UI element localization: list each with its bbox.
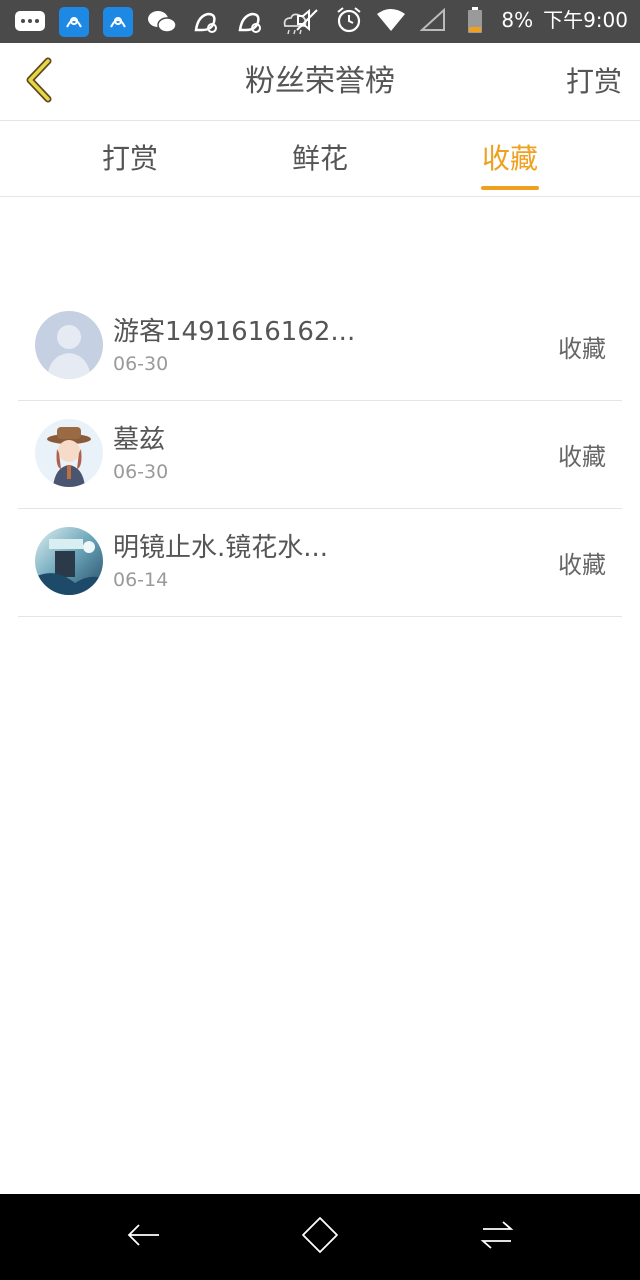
- signal-icon: [417, 4, 449, 36]
- wifi-icon: [375, 4, 407, 36]
- date: 06-30: [113, 353, 169, 375]
- action-label: 收藏: [558, 443, 606, 471]
- system-icons: 8% 下午9:00: [291, 4, 628, 36]
- app-header: 粉丝荣誉榜 打赏: [0, 43, 640, 121]
- switch-apps-icon: [479, 1219, 515, 1255]
- avatar: [35, 419, 103, 487]
- list-item[interactable]: 明镜止水.镜花水... 06-14 收藏: [18, 509, 622, 617]
- battery-icon: [459, 4, 491, 36]
- mute-icon: [291, 4, 323, 36]
- wifi-hotspot-icon: [102, 6, 134, 38]
- tab-label: 鲜花: [291, 142, 348, 175]
- clock: 下午9:00: [543, 8, 628, 32]
- nav-home-button[interactable]: [295, 1212, 345, 1262]
- active-tab-indicator: [481, 186, 539, 190]
- chevron-left-icon: [22, 57, 56, 107]
- notification-icons: [14, 6, 310, 38]
- action-label: 收藏: [558, 551, 606, 579]
- tab-bar: 打赏 鲜花 收藏: [0, 121, 640, 197]
- avatar: [35, 311, 103, 379]
- list-item[interactable]: 游客1491616162... 06-30 收藏: [18, 293, 622, 401]
- date: 06-30: [113, 461, 169, 483]
- status-bar: 8% 下午9:00: [0, 0, 640, 43]
- uc-browser-icon: [234, 6, 266, 38]
- list-item[interactable]: 墓兹 06-30 收藏: [18, 401, 622, 509]
- system-nav-bar: [0, 1194, 640, 1280]
- nav-recent-button[interactable]: [472, 1212, 522, 1262]
- tab-flowers[interactable]: 鲜花: [240, 121, 400, 196]
- home-icon: [301, 1216, 339, 1258]
- user-name: 明镜止水.镜花水...: [113, 533, 329, 563]
- user-name: 游客1491616162...: [113, 317, 356, 347]
- avatar: [35, 527, 103, 595]
- action-label: 收藏: [558, 335, 606, 363]
- nav-back-button[interactable]: [118, 1212, 168, 1262]
- uc-browser-icon: [190, 6, 222, 38]
- tab-label: 收藏: [481, 142, 538, 175]
- date: 06-14: [113, 569, 169, 591]
- tab-favorites[interactable]: 收藏: [430, 121, 590, 196]
- wifi-hotspot-icon: [58, 6, 90, 38]
- page-title: 粉丝荣誉榜: [245, 64, 395, 99]
- battery-level: 8%: [501, 8, 534, 32]
- alarm-icon: [333, 4, 365, 36]
- back-arrow-icon: [125, 1220, 161, 1254]
- tab-label: 打赏: [101, 142, 158, 175]
- wechat-icon: [146, 6, 178, 38]
- reward-button[interactable]: 打赏: [566, 43, 622, 120]
- user-name: 墓兹: [113, 425, 166, 455]
- fan-list: 游客1491616162... 06-30 收藏 墓兹 06-30 收藏 明镜止…: [18, 293, 622, 617]
- tab-reward[interactable]: 打赏: [50, 121, 210, 196]
- message-icon: [14, 6, 46, 38]
- back-button[interactable]: [12, 55, 66, 109]
